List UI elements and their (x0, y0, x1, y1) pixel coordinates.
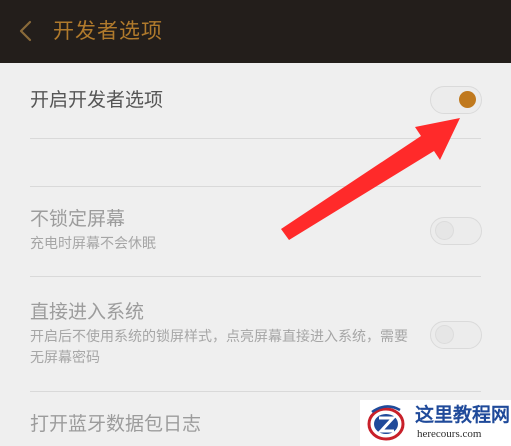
watermark-url: herecours.com (417, 428, 482, 440)
setting-subtitle: 开启后不使用系统的锁屏样式，点亮屏幕直接进入系统，需要无屏幕密码 (30, 329, 408, 366)
setting-title: 不锁定屏幕 (30, 208, 126, 230)
setting-subtitle: 充电时屏幕不会休眠 (30, 236, 156, 252)
developer-options-screen: 开发者选项 开启开发者选项 不锁定屏幕 充电时屏幕不会休眠 直接进入系统 开启后… (0, 0, 511, 446)
divider (30, 138, 481, 139)
watermark-name: 这里教程网 (415, 404, 511, 426)
watermark: 这里教程网 herecours.com (360, 400, 511, 446)
settings-row-stay-awake[interactable]: 不锁定屏幕 充电时屏幕不会休眠 (0, 186, 511, 276)
top-app-bar: 开发者选项 (0, 0, 511, 63)
developer-options-row[interactable]: 开启开发者选项 (0, 63, 511, 158)
chevron-left-icon[interactable] (16, 18, 36, 44)
setting-title: 打开蓝牙数据包日志 (30, 413, 202, 435)
developer-options-toggle[interactable] (430, 86, 482, 114)
settings-row-skip-lockscreen[interactable]: 直接进入系统 开启后不使用系统的锁屏样式，点亮屏幕直接进入系统，需要无屏幕密码 (0, 276, 511, 388)
stay-awake-toggle[interactable] (430, 217, 482, 245)
developer-options-label: 开启开发者选项 (30, 89, 164, 111)
toggle-knob (436, 326, 453, 343)
setting-title: 直接进入系统 (30, 301, 145, 323)
page-title: 开发者选项 (53, 19, 163, 43)
toggle-knob (459, 91, 476, 108)
toggle-knob (436, 222, 453, 239)
z-logo-icon (366, 402, 406, 444)
skip-lockscreen-toggle[interactable] (430, 321, 482, 349)
